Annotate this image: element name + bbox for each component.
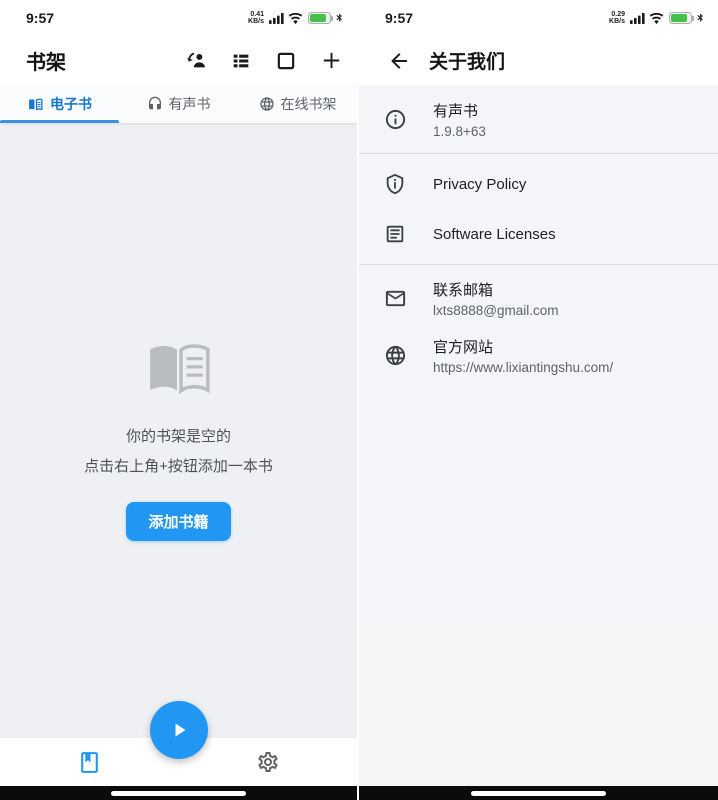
nav-settings-button[interactable]	[248, 742, 288, 782]
dual-screenshot: 9:57 0.41KB/s 书架	[0, 0, 718, 800]
item-title: 联系邮箱	[433, 279, 559, 300]
bluetooth-icon	[335, 12, 343, 25]
add-books-button[interactable]: 添加书籍	[126, 502, 230, 541]
list-item-contact-email[interactable]: 联系邮箱 lxts8888@gmail.com	[359, 270, 718, 327]
globe-icon	[383, 344, 407, 368]
bookshelf-screen: 9:57 0.41KB/s 书架	[0, 0, 359, 800]
add-book-icon	[320, 49, 343, 72]
licenses-doc-icon	[383, 222, 407, 246]
divider	[359, 153, 718, 154]
about-app-bar: 关于我们	[359, 36, 718, 85]
back-button[interactable]	[385, 47, 413, 75]
website-url: https://www.lixiantingshu.com/	[433, 360, 613, 375]
bluetooth-icon	[696, 12, 704, 25]
status-bar: 9:57 0.29KB/s	[359, 0, 718, 36]
system-navigation-bar	[359, 786, 718, 800]
home-indicator[interactable]	[471, 791, 606, 796]
tab-label: 电子书	[50, 94, 92, 114]
tab-ebooks[interactable]: 电子书	[0, 85, 119, 123]
online-shelf-icon	[259, 96, 275, 112]
network-speed: 0.29KB/s	[609, 11, 625, 25]
bookshelf-app-bar: 书架	[0, 36, 357, 85]
list-item-app-version[interactable]: 有声书 1.9.8+63	[359, 91, 718, 148]
item-title: 官方网站	[433, 336, 613, 357]
voice-reader-icon	[185, 49, 208, 72]
list-view-button[interactable]	[229, 49, 253, 73]
signal-icon	[630, 13, 645, 24]
clock: 9:57	[26, 10, 54, 26]
back-arrow-icon	[387, 49, 411, 73]
nav-bookshelf-button[interactable]	[69, 742, 109, 782]
item-title: Software Licenses	[433, 226, 556, 243]
empty-shelf-message: 你的书架是空的	[126, 425, 231, 446]
home-indicator[interactable]	[111, 791, 246, 796]
about-content: 有声书 1.9.8+63 Privacy Policy	[359, 85, 718, 786]
ebook-icon	[27, 96, 44, 113]
empty-shelf-hint: 点击右上角+按钮添加一本书	[84, 455, 273, 476]
settings-icon	[256, 750, 280, 774]
network-speed: 0.41KB/s	[248, 11, 264, 25]
app-version: 1.9.8+63	[433, 124, 486, 139]
item-title: Privacy Policy	[433, 176, 526, 193]
wifi-icon	[288, 11, 303, 26]
wifi-icon	[649, 11, 664, 26]
divider	[359, 264, 718, 265]
bookshelf-icon	[77, 750, 102, 775]
signal-icon	[269, 13, 284, 24]
privacy-shield-icon	[383, 172, 407, 196]
select-box-button[interactable]	[274, 49, 298, 73]
list-item-software-licenses[interactable]: Software Licenses	[359, 209, 718, 259]
open-book-icon	[146, 343, 212, 397]
select-box-icon	[275, 50, 297, 72]
play-icon	[167, 718, 191, 742]
tab-audiobooks[interactable]: 有声书	[119, 85, 238, 123]
mail-icon	[383, 287, 407, 311]
item-title: 有声书	[433, 100, 486, 121]
battery-icon	[308, 12, 331, 24]
page-title: 书架	[26, 46, 66, 75]
empty-shelf-area: 你的书架是空的 点击右上角+按钮添加一本书 添加书籍	[0, 123, 357, 738]
list-view-icon	[230, 50, 252, 72]
list-item-official-website[interactable]: 官方网站 https://www.lixiantingshu.com/	[359, 327, 718, 384]
shelf-tab-bar: 电子书 有声书 在线书架	[0, 85, 357, 123]
page-title: 关于我们	[429, 47, 505, 74]
about-list: 有声书 1.9.8+63 Privacy Policy	[359, 85, 718, 384]
clock: 9:57	[385, 10, 413, 26]
status-bar: 9:57 0.41KB/s	[0, 0, 357, 36]
list-item-privacy-policy[interactable]: Privacy Policy	[359, 159, 718, 209]
info-icon	[383, 108, 407, 132]
contact-email: lxts8888@gmail.com	[433, 303, 559, 318]
voice-reader-button[interactable]	[184, 49, 208, 73]
play-fab-button[interactable]	[150, 701, 208, 759]
system-navigation-bar	[0, 786, 357, 800]
add-book-button[interactable]	[319, 49, 343, 73]
battery-icon	[669, 12, 692, 24]
tab-label: 有声书	[169, 94, 211, 114]
about-screen: 9:57 0.29KB/s 关于我们	[359, 0, 718, 800]
audiobook-icon	[147, 96, 163, 112]
tab-online-shelf[interactable]: 在线书架	[238, 85, 357, 123]
tab-label: 在线书架	[281, 94, 337, 114]
